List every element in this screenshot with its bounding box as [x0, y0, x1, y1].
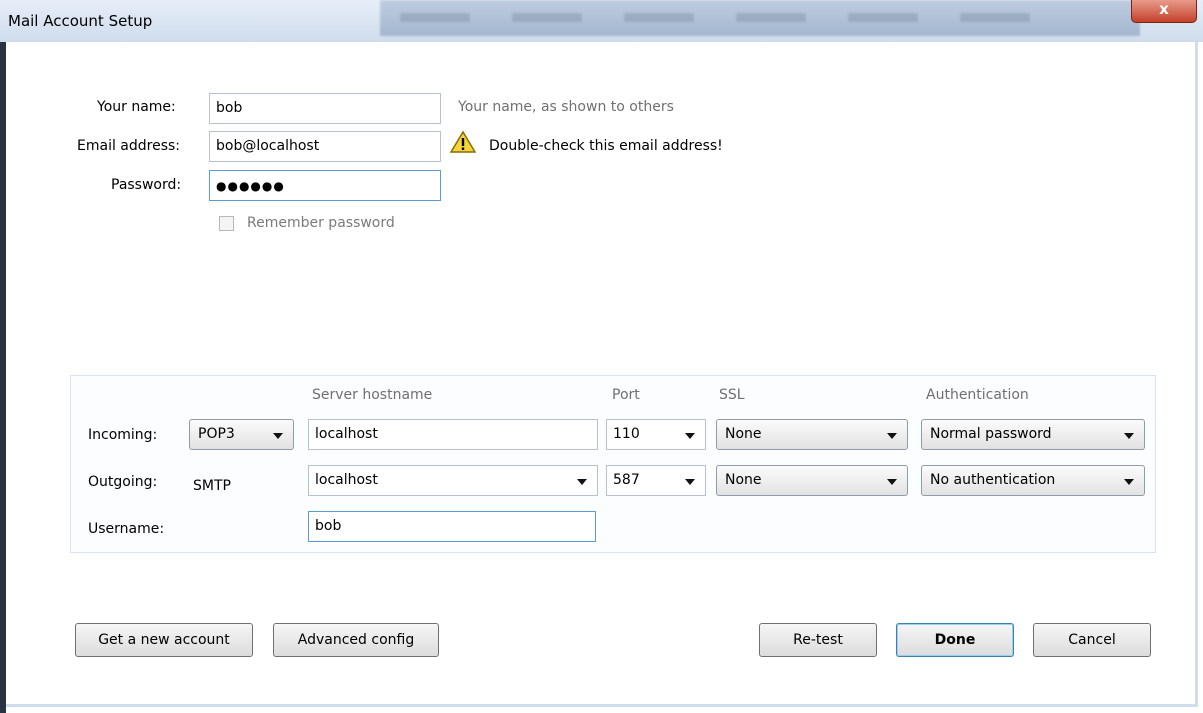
incoming-protocol-value: POP3	[198, 426, 235, 442]
outgoing-port-value: 587	[613, 472, 640, 488]
outgoing-ssl-value: None	[725, 472, 762, 488]
remember-password-label[interactable]: Remember password	[247, 215, 395, 231]
incoming-label: Incoming:	[88, 427, 158, 443]
password-field[interactable]: ●●●●●●	[209, 170, 441, 201]
email-warning-text: Double-check this email address!	[489, 138, 723, 154]
warning-triangle-icon	[450, 130, 476, 153]
outgoing-hostname-combo[interactable]: localhost	[308, 465, 598, 496]
your-name-field[interactable]: bob	[209, 93, 441, 124]
remember-password-checkbox[interactable]	[219, 216, 234, 231]
outgoing-ssl-select[interactable]: None	[716, 465, 908, 496]
outgoing-hostname-value: localhost	[315, 472, 378, 488]
outgoing-label: Outgoing:	[88, 474, 158, 490]
username-field[interactable]: bob	[308, 511, 596, 542]
outgoing-auth-select[interactable]: No authentication	[921, 465, 1145, 496]
chevron-down-icon	[1124, 479, 1134, 485]
done-button[interactable]: Done	[896, 623, 1014, 657]
window-title: Mail Account Setup	[8, 12, 153, 30]
email-address-field[interactable]: bob@localhost	[209, 131, 441, 162]
chevron-down-icon	[273, 433, 283, 439]
close-button[interactable]: x	[1131, 0, 1197, 23]
chevron-down-icon	[1124, 433, 1134, 439]
chevron-down-icon	[685, 479, 695, 485]
background-toolbar-blur	[380, 0, 1140, 36]
username-label: Username:	[88, 521, 165, 537]
outgoing-port-combo[interactable]: 587	[606, 465, 706, 496]
header-ssl: SSL	[719, 387, 745, 403]
incoming-hostname-field[interactable]: localhost	[308, 419, 598, 450]
outgoing-protocol: SMTP	[193, 478, 231, 494]
retest-button[interactable]: Re-test	[759, 623, 877, 657]
incoming-ssl-value: None	[725, 426, 762, 442]
email-address-label: Email address:	[77, 138, 181, 154]
get-new-account-button[interactable]: Get a new account	[75, 623, 253, 657]
your-name-label: Your name:	[97, 99, 176, 115]
incoming-protocol-select[interactable]: POP3	[189, 419, 294, 450]
incoming-auth-select[interactable]: Normal password	[921, 419, 1145, 450]
incoming-auth-value: Normal password	[930, 426, 1052, 442]
incoming-port-combo[interactable]: 110	[606, 419, 706, 450]
close-icon: x	[1159, 0, 1169, 18]
your-name-hint: Your name, as shown to others	[458, 99, 674, 115]
advanced-config-button[interactable]: Advanced config	[273, 623, 439, 657]
header-server-hostname: Server hostname	[312, 387, 433, 403]
outgoing-auth-value: No authentication	[930, 472, 1056, 488]
cancel-button[interactable]: Cancel	[1033, 623, 1151, 657]
chevron-down-icon	[887, 479, 897, 485]
incoming-ssl-select[interactable]: None	[716, 419, 908, 450]
chevron-down-icon	[685, 433, 695, 439]
password-label: Password:	[111, 177, 182, 193]
incoming-port-value: 110	[613, 426, 640, 442]
header-authentication: Authentication	[926, 387, 1029, 403]
header-port: Port	[612, 387, 640, 403]
chevron-down-icon	[887, 433, 897, 439]
chevron-down-icon	[577, 479, 587, 485]
window-titlebar: Mail Account Setup x	[0, 0, 1203, 42]
